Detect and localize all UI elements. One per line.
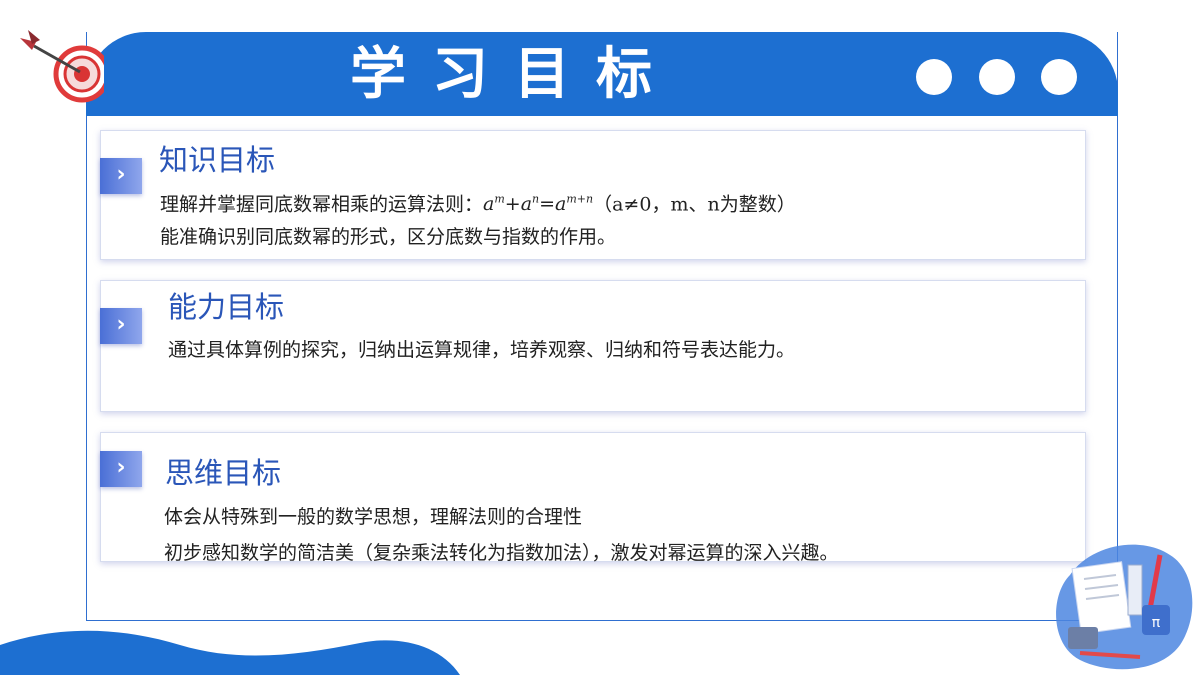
- pi-icon: π: [1152, 615, 1161, 631]
- formula: am+an=am+n: [483, 193, 594, 216]
- page-title: 学习目标: [350, 42, 678, 107]
- chevron-icon: ›: [100, 451, 142, 487]
- chevron-icon: ›: [100, 158, 142, 194]
- thinking-line-1: 体会从特殊到一般的数学思想，理解法则的合理性: [164, 506, 583, 528]
- dot-2: [979, 59, 1015, 95]
- dot-1: [916, 59, 952, 95]
- dot-3: [1041, 59, 1077, 95]
- section-title-thinking: 思维目标: [165, 456, 282, 490]
- section-title-knowledge: 知识目标: [159, 143, 276, 177]
- knowledge-line-2: 能准确识别同底数幂的形式，区分底数与指数的作用。: [160, 226, 617, 248]
- wave-decoration: [0, 630, 460, 675]
- math-tools-illustration: π: [1056, 544, 1193, 670]
- thinking-line-2: 初步感知数学的简洁美（复杂乘法转化为指数加法），激发对幂运算的深入兴趣。: [164, 542, 839, 564]
- ability-line-1: 通过具体算例的探究，归纳出运算规律，培养观察、归纳和符号表达能力。: [168, 339, 796, 361]
- section-title-ability: 能力目标: [168, 290, 285, 324]
- dartboard-icon: [20, 30, 104, 103]
- knowledge-line-1: 理解并掌握同底数幂相乘的运算法则：am+an=am+n（a≠0，m、n为整数）: [160, 193, 796, 216]
- chevron-icon: ›: [100, 308, 142, 344]
